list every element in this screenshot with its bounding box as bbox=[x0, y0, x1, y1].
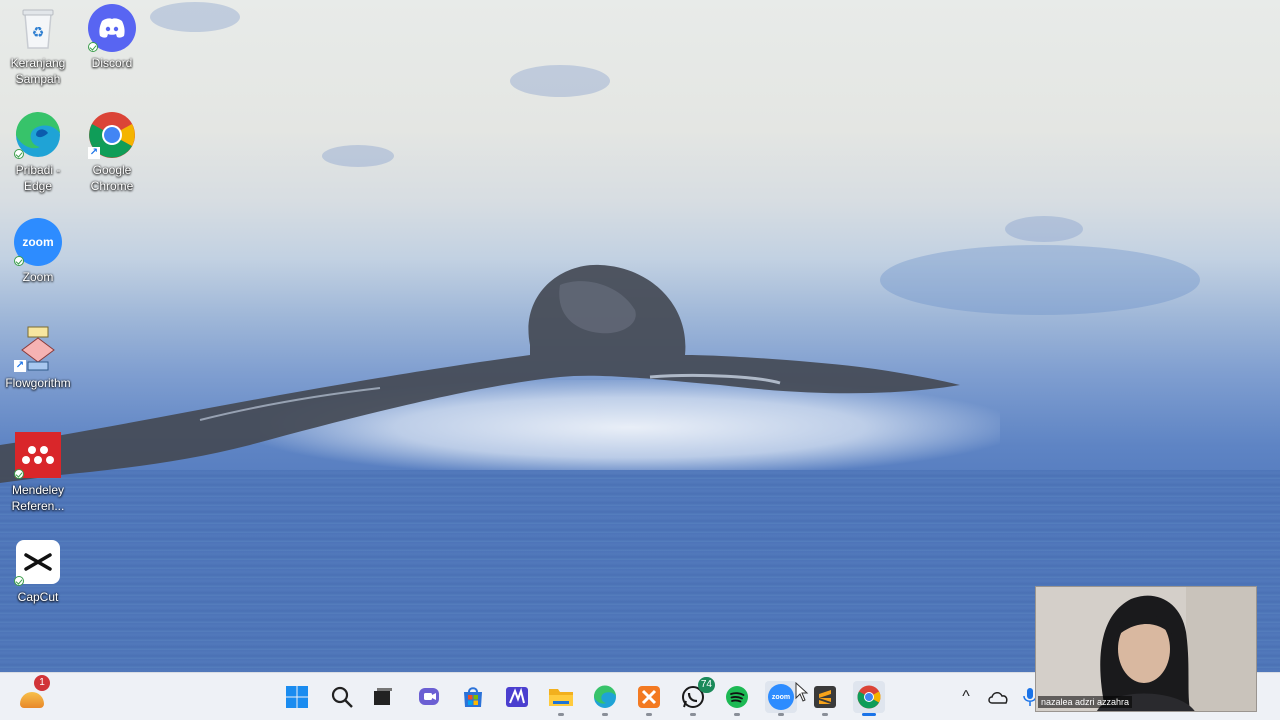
zoom-taskbar-button[interactable]: zoom bbox=[765, 681, 797, 716]
shortcut-arrow-icon: ↗ bbox=[14, 360, 26, 372]
spotify-button[interactable] bbox=[721, 681, 753, 716]
task-view-button[interactable] bbox=[367, 681, 399, 713]
editor-button[interactable] bbox=[501, 681, 533, 713]
recycle-bin-icon: ♻ bbox=[14, 4, 62, 52]
participant-name: nazalea adzri azzahra bbox=[1038, 696, 1133, 708]
running-indicator bbox=[690, 713, 696, 716]
desktop-icon-flowgorithm[interactable]: ↗ Flowgorithm bbox=[0, 324, 76, 391]
onedrive-button[interactable] bbox=[982, 681, 1014, 713]
tray-overflow-button[interactable]: ^ bbox=[950, 681, 982, 713]
desktop-icon-chrome[interactable]: ↗ Google Chrome bbox=[74, 111, 150, 194]
edge-taskbar-button[interactable] bbox=[589, 681, 621, 716]
store-button[interactable] bbox=[457, 681, 489, 713]
edge-icon bbox=[593, 685, 616, 708]
task-view-icon bbox=[374, 688, 392, 705]
discord-icon bbox=[88, 4, 136, 52]
search-button[interactable] bbox=[326, 681, 358, 713]
sync-status-icon bbox=[88, 42, 98, 52]
desktop-icon-capcut[interactable]: CapCut bbox=[0, 538, 76, 605]
chat-icon bbox=[419, 688, 439, 705]
search-icon bbox=[331, 686, 353, 708]
capcut-icon bbox=[14, 538, 62, 586]
shortcut-arrow-icon: ↗ bbox=[88, 147, 100, 159]
desktop-icon-label: Google Chrome bbox=[90, 163, 134, 193]
start-button[interactable] bbox=[281, 681, 313, 713]
sync-status-icon bbox=[14, 469, 24, 479]
running-indicator bbox=[862, 713, 876, 716]
chevron-up-icon: ^ bbox=[962, 688, 970, 705]
folder-icon bbox=[549, 689, 573, 706]
desktop-icon-label: Zoom bbox=[22, 270, 54, 284]
desktop-icon-label: Pribadi - Edge bbox=[15, 163, 61, 193]
chrome-icon: ↗ bbox=[88, 111, 136, 159]
mouse-cursor-icon bbox=[795, 682, 809, 702]
file-explorer-button[interactable] bbox=[545, 681, 577, 716]
chrome-taskbar-button[interactable] bbox=[853, 681, 885, 716]
zoom-glyph-text: zoom bbox=[771, 693, 791, 701]
windows-start-icon bbox=[286, 686, 308, 708]
widgets-button[interactable]: 1 bbox=[16, 675, 50, 713]
running-indicator bbox=[646, 713, 652, 716]
desktop-icon-recycle-bin[interactable]: ♻ Keranjang Sampah bbox=[0, 4, 76, 87]
desktop-icon-mendeley[interactable]: Mendeley Referen... bbox=[0, 431, 76, 514]
sync-status-icon bbox=[14, 576, 24, 586]
desktop-icon-edge[interactable]: Pribadi - Edge bbox=[0, 111, 76, 194]
participant-video bbox=[1036, 587, 1256, 711]
microsoft-store-icon bbox=[464, 687, 482, 707]
desktop-icon-label: CapCut bbox=[17, 590, 59, 604]
chat-button[interactable] bbox=[413, 681, 445, 713]
xampp-button[interactable] bbox=[633, 681, 665, 716]
desktop-icon-zoom[interactable]: zoom Zoom bbox=[0, 218, 76, 285]
sublime-text-button[interactable] bbox=[809, 681, 841, 716]
whatsapp-unread-badge: 74 bbox=[697, 677, 715, 693]
svg-text:♻: ♻ bbox=[32, 25, 45, 41]
mendeley-icon bbox=[14, 431, 62, 479]
edge-icon bbox=[14, 111, 62, 159]
whale-tail-illustration bbox=[0, 264, 960, 483]
sublime-icon bbox=[814, 686, 836, 708]
whatsapp-button[interactable]: 74 bbox=[677, 677, 715, 716]
running-indicator bbox=[602, 713, 608, 716]
zoom-icon: zoom bbox=[768, 684, 794, 710]
xampp-icon bbox=[638, 686, 660, 708]
desktop-icon-label: Keranjang Sampah bbox=[10, 56, 66, 86]
spotify-icon bbox=[726, 686, 748, 708]
sync-status-icon bbox=[14, 149, 24, 159]
running-indicator bbox=[734, 713, 740, 716]
weather-widget-icon bbox=[20, 692, 44, 708]
running-indicator bbox=[778, 713, 784, 716]
desktop-icon-label: Flowgorithm bbox=[5, 376, 71, 390]
cloud-icon bbox=[988, 692, 1008, 704]
running-indicator bbox=[822, 713, 828, 716]
running-indicator bbox=[558, 713, 564, 716]
desktop-icon-label: Discord bbox=[91, 56, 133, 70]
editor-icon bbox=[506, 687, 528, 707]
widgets-badge: 1 bbox=[34, 675, 50, 691]
webcam-video-overlay: nazalea adzri azzahra bbox=[1035, 586, 1257, 712]
zoom-icon: zoom bbox=[14, 218, 62, 266]
sync-status-icon bbox=[14, 256, 24, 266]
desktop-icon-label: Mendeley Referen... bbox=[11, 483, 65, 513]
desktop-icon-discord[interactable]: Discord bbox=[74, 4, 150, 71]
chrome-icon bbox=[857, 685, 881, 709]
flowgorithm-icon: ↗ bbox=[14, 324, 62, 372]
